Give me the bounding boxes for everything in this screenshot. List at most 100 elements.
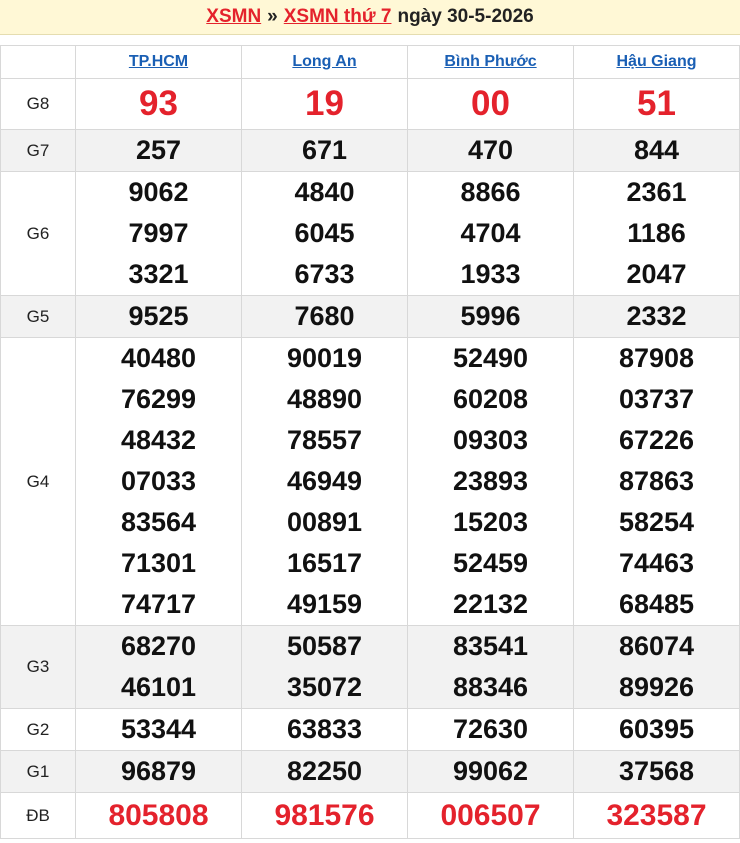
result-number: 09303 xyxy=(452,425,529,455)
result-cell: 90019 48890 78557 46949 00891 16517 49159 xyxy=(241,337,408,626)
result-cell: 82250 xyxy=(241,750,408,793)
prize-label: ĐB xyxy=(0,792,76,839)
province-header: Long An xyxy=(241,45,408,79)
result-cell: 60395 xyxy=(573,708,740,751)
result-cell: 671 xyxy=(241,129,408,172)
result-number: 5996 xyxy=(460,301,521,331)
result-number: 23893 xyxy=(452,466,529,496)
weekday-link[interactable]: XSMN thứ 7 xyxy=(284,6,392,28)
result-number: 58254 xyxy=(618,507,695,537)
result-cell: 19 xyxy=(241,78,408,130)
result-cell: 51 xyxy=(573,78,740,130)
result-number: 805808 xyxy=(108,799,209,832)
result-cell: 50587 35072 xyxy=(241,625,408,709)
result-number: 257 xyxy=(135,135,182,165)
result-number: 89926 xyxy=(618,672,695,702)
result-cell: 981576 xyxy=(241,792,408,839)
province-link[interactable]: Long An xyxy=(292,53,356,70)
province-link[interactable]: TP.HCM xyxy=(129,53,188,70)
result-number: 2047 xyxy=(626,259,687,289)
result-number: 2361 xyxy=(626,177,687,207)
prize-row-g7: G7 257 671 470 844 xyxy=(0,129,740,172)
result-number: 63833 xyxy=(286,714,363,744)
result-number: 2332 xyxy=(626,301,687,331)
prize-label: G2 xyxy=(0,708,76,751)
result-number: 40480 xyxy=(120,343,197,373)
result-number: 7997 xyxy=(128,218,189,248)
province-header-row: TP.HCM Long An Bình Phước Hậu Giang xyxy=(0,45,740,79)
result-number: 15203 xyxy=(452,507,529,537)
result-number: 51 xyxy=(637,84,676,123)
result-cell: 99062 xyxy=(407,750,574,793)
result-number: 00891 xyxy=(286,507,363,537)
result-number: 48890 xyxy=(286,384,363,414)
result-number: 1933 xyxy=(460,259,521,289)
result-number: 53344 xyxy=(120,714,197,744)
result-number: 82250 xyxy=(286,756,363,786)
result-cell: 86074 89926 xyxy=(573,625,740,709)
result-number: 470 xyxy=(467,135,514,165)
header-empty-cell xyxy=(0,45,76,79)
result-cell: 8866 4704 1933 xyxy=(407,171,574,296)
prize-label: G7 xyxy=(0,129,76,172)
result-cell: 7680 xyxy=(241,295,408,338)
result-number: 9062 xyxy=(128,177,189,207)
result-number: 86074 xyxy=(618,631,695,661)
province-header: Bình Phước xyxy=(407,45,574,79)
result-number: 52490 xyxy=(452,343,529,373)
result-number: 3321 xyxy=(128,259,189,289)
result-number: 87908 xyxy=(618,343,695,373)
province-link[interactable]: Hậu Giang xyxy=(616,53,696,70)
result-cell: 00 xyxy=(407,78,574,130)
result-number: 68270 xyxy=(120,631,197,661)
prize-label: G8 xyxy=(0,78,76,130)
result-number: 83564 xyxy=(120,507,197,537)
result-cell: 257 xyxy=(75,129,242,172)
result-cell: 83541 88346 xyxy=(407,625,574,709)
result-cell: 2332 xyxy=(573,295,740,338)
result-number: 19 xyxy=(305,84,344,123)
result-number: 35072 xyxy=(286,672,363,702)
result-number: 72630 xyxy=(452,714,529,744)
result-number: 74717 xyxy=(120,589,197,619)
result-cell: 40480 76299 48432 07033 83564 71301 74717 xyxy=(75,337,242,626)
result-number: 83541 xyxy=(452,631,529,661)
prize-row-g4: G4 40480 76299 48432 07033 83564 71301 74717 900… xyxy=(0,337,740,626)
prize-row-g6: G6 9062 7997 3321 4840 6045 6733 8866 4704 1933 23… xyxy=(0,171,740,296)
result-cell: 96879 xyxy=(75,750,242,793)
result-cell: 006507 xyxy=(407,792,574,839)
prize-row-g2: G2 53344 63833 72630 60395 xyxy=(0,708,740,751)
prize-row-g5: G5 9525 7680 5996 2332 xyxy=(0,295,740,338)
result-number: 50587 xyxy=(286,631,363,661)
page-title: XSMN » XSMN thứ 7 ngày 30-5-2026 xyxy=(0,0,740,35)
result-number: 1186 xyxy=(627,218,686,248)
result-number: 68485 xyxy=(618,589,695,619)
province-link[interactable]: Bình Phước xyxy=(444,53,536,70)
result-number: 60395 xyxy=(618,714,695,744)
results-table: TP.HCM Long An Bình Phước Hậu Giang G8 93… xyxy=(0,45,740,839)
result-number: 87863 xyxy=(618,466,695,496)
draw-date: ngày 30-5-2026 xyxy=(397,6,534,27)
result-number: 99062 xyxy=(452,756,529,786)
result-cell: 37568 xyxy=(573,750,740,793)
result-cell: 63833 xyxy=(241,708,408,751)
prize-label: G5 xyxy=(0,295,76,338)
prize-row-g8: G8 93 19 00 51 xyxy=(0,78,740,130)
result-number: 671 xyxy=(301,135,348,165)
result-number: 78557 xyxy=(286,425,363,455)
result-cell: 87908 03737 67226 87863 58254 74463 68485 xyxy=(573,337,740,626)
result-number: 46101 xyxy=(120,672,197,702)
result-cell: 9062 7997 3321 xyxy=(75,171,242,296)
result-number: 74463 xyxy=(618,548,695,578)
result-cell: 52490 60208 09303 23893 15203 52459 22132 xyxy=(407,337,574,626)
result-number: 8866 xyxy=(460,177,521,207)
breadcrumb-separator: » xyxy=(267,6,278,27)
result-number: 4840 xyxy=(294,177,355,207)
result-number: 48432 xyxy=(120,425,197,455)
result-number: 7680 xyxy=(294,301,355,331)
result-cell: 323587 xyxy=(573,792,740,839)
result-cell: 2361 1186 2047 xyxy=(573,171,740,296)
brand-link[interactable]: XSMN xyxy=(206,6,261,28)
result-number: 6045 xyxy=(294,218,355,248)
result-cell: 844 xyxy=(573,129,740,172)
